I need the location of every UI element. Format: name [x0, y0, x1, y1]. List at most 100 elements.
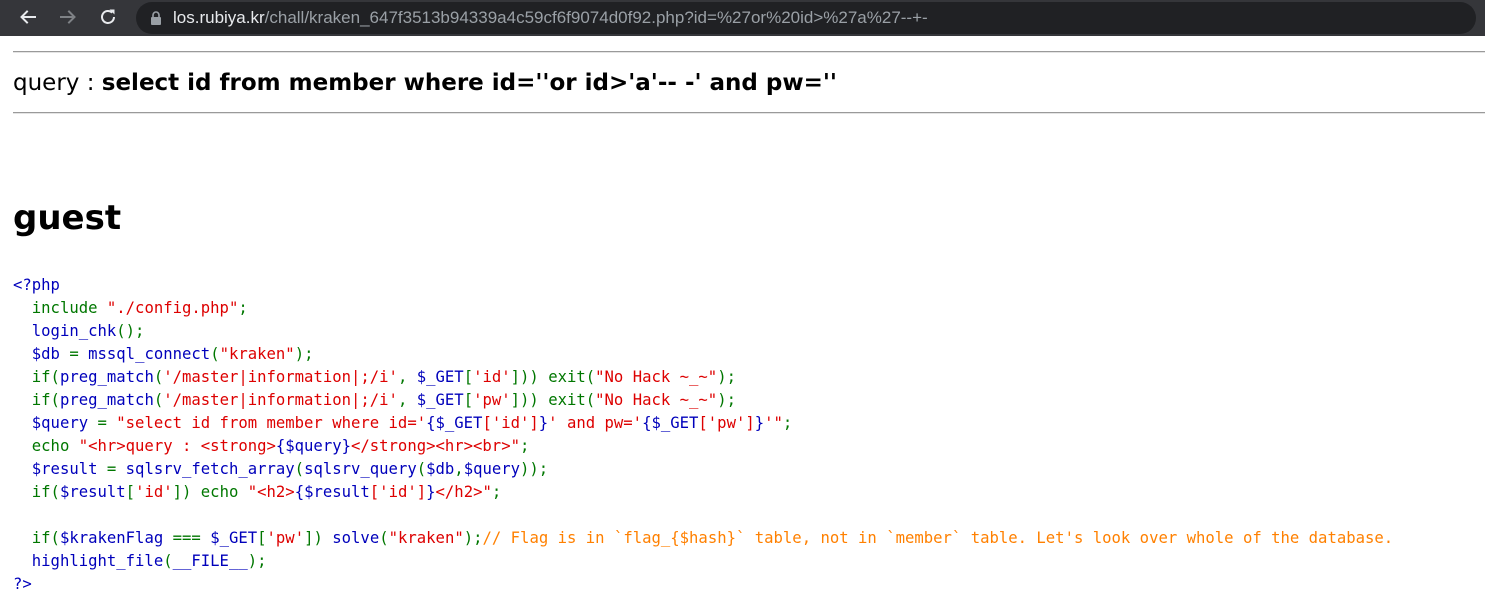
browser-toolbar: los.rubiya.kr/chall/kraken_647f3513b9433…: [0, 0, 1485, 36]
code-token: }: [426, 483, 436, 501]
code-token: preg_match: [59, 391, 154, 409]
code-token: $query: [463, 460, 521, 478]
code-line: [13, 504, 1393, 527]
url-path: /chall/kraken_647f3513b94339a4c59cf6f907…: [264, 8, 928, 27]
code-token: '/master|information|;/i': [163, 391, 398, 409]
code-token: ['pw']: [698, 414, 755, 432]
code-token: (: [210, 345, 220, 363]
code-token: ;: [491, 483, 502, 501]
code-token: $db: [13, 345, 70, 363]
code-token: ' and pw=': [548, 414, 643, 432]
code-token: '": [764, 414, 783, 432]
code-token: if(: [31, 391, 60, 409]
lock-icon: [151, 11, 161, 25]
code-token: </h2>": [435, 483, 492, 501]
code-token: {$_GET: [642, 414, 699, 432]
code-token: ]): [304, 529, 333, 547]
code-token: "kraken": [219, 345, 295, 363]
code-token: "./config.php": [106, 299, 239, 317]
query-value: select id from member where id=''or id>'…: [101, 70, 837, 96]
code-token: {$query}: [275, 437, 351, 455]
code-token: login_chk: [13, 322, 117, 340]
code-token: ]) echo: [172, 483, 248, 501]
code-token: // Flag is in `flag_{$hash}` table, not …: [482, 529, 1394, 547]
code-token: ['id']: [482, 414, 539, 432]
code-token: =: [69, 345, 89, 363]
code-token: preg_match: [59, 368, 154, 386]
code-token: sqlsrv_fetch_array: [125, 460, 295, 478]
code-token: ])) exit(: [510, 391, 596, 409]
code-token: ===: [172, 529, 211, 547]
address-bar[interactable]: los.rubiya.kr/chall/kraken_647f3513b9433…: [136, 2, 1476, 34]
horizontal-rule: [13, 112, 1485, 114]
code-token: (: [294, 460, 305, 478]
horizontal-rule: [13, 51, 1485, 53]
url-text[interactable]: los.rubiya.kr/chall/kraken_647f3513b9433…: [173, 2, 928, 34]
code-token: (: [153, 368, 164, 386]
code-token: );: [717, 368, 736, 386]
code-token: <?php: [13, 276, 60, 294]
code-token: if(: [31, 483, 60, 501]
code-token: [: [463, 391, 474, 409]
code-token: $result: [59, 483, 126, 501]
code-token: '/master|information|;/i': [163, 368, 398, 386]
code-token: 'id': [473, 368, 511, 386]
arrow-right-icon: [60, 10, 76, 24]
code-line: if($result['id']) echo "<h2>{$result['id…: [13, 481, 1393, 504]
code-token: ,: [397, 368, 417, 386]
code-token: ,: [397, 391, 417, 409]
code-token: highlight_file: [13, 552, 164, 570]
code-line: <?php: [13, 274, 1393, 297]
code-token: (: [416, 460, 427, 478]
code-token: "kraken": [388, 529, 464, 547]
code-token: ;: [238, 299, 248, 317]
code-token: sqlsrv_query: [304, 460, 417, 478]
code-token: =: [97, 414, 117, 432]
query-line: query : select id from member where id='…: [13, 70, 837, 96]
code-line: include "./config.php";: [13, 297, 1393, 320]
code-token: [: [463, 368, 474, 386]
code-line: ?>: [13, 573, 1393, 596]
code-token: 'pw': [266, 529, 305, 547]
code-token: ();: [116, 322, 145, 340]
reload-button[interactable]: [97, 6, 119, 28]
code-token: "<hr>query : <strong>: [78, 437, 276, 455]
code-token: if(: [31, 368, 60, 386]
code-token: ['id']: [369, 483, 427, 501]
code-token: ])) exit(: [510, 368, 596, 386]
code-token: $krakenFlag: [59, 529, 173, 547]
code-token: {$_GET: [426, 414, 483, 432]
query-label: query :: [13, 70, 102, 96]
code-line: $db = mssql_connect("kraken");: [13, 343, 1393, 366]
code-token: ;: [519, 437, 530, 455]
code-token: __FILE__: [172, 552, 248, 570]
code-token: $_GET: [416, 391, 464, 409]
code-token: ));: [520, 460, 549, 478]
code-line: login_chk();: [13, 320, 1393, 343]
code-token: [: [257, 529, 267, 547]
page-content: query : select id from member where id='…: [0, 36, 1485, 603]
php-source-code: <?php include "./config.php"; login_chk(…: [13, 274, 1393, 596]
code-token: {$result: [294, 483, 370, 501]
code-token: $query: [13, 414, 98, 432]
arrow-left-icon: [20, 10, 36, 24]
code-token: echo: [13, 437, 79, 455]
code-token: (: [153, 391, 164, 409]
code-token: =: [106, 460, 126, 478]
code-token: );: [717, 391, 736, 409]
code-token: if(: [31, 529, 60, 547]
result-id: guest: [13, 198, 122, 238]
forward-button[interactable]: [57, 6, 79, 28]
code-token: }: [538, 414, 549, 432]
code-line: highlight_file(__FILE__);: [13, 550, 1393, 573]
code-token: 'id': [135, 483, 173, 501]
code-token: "<h2>: [247, 483, 295, 501]
code-line: if($krakenFlag === $_GET['pw']) solve("k…: [13, 527, 1393, 550]
back-button[interactable]: [17, 6, 39, 28]
